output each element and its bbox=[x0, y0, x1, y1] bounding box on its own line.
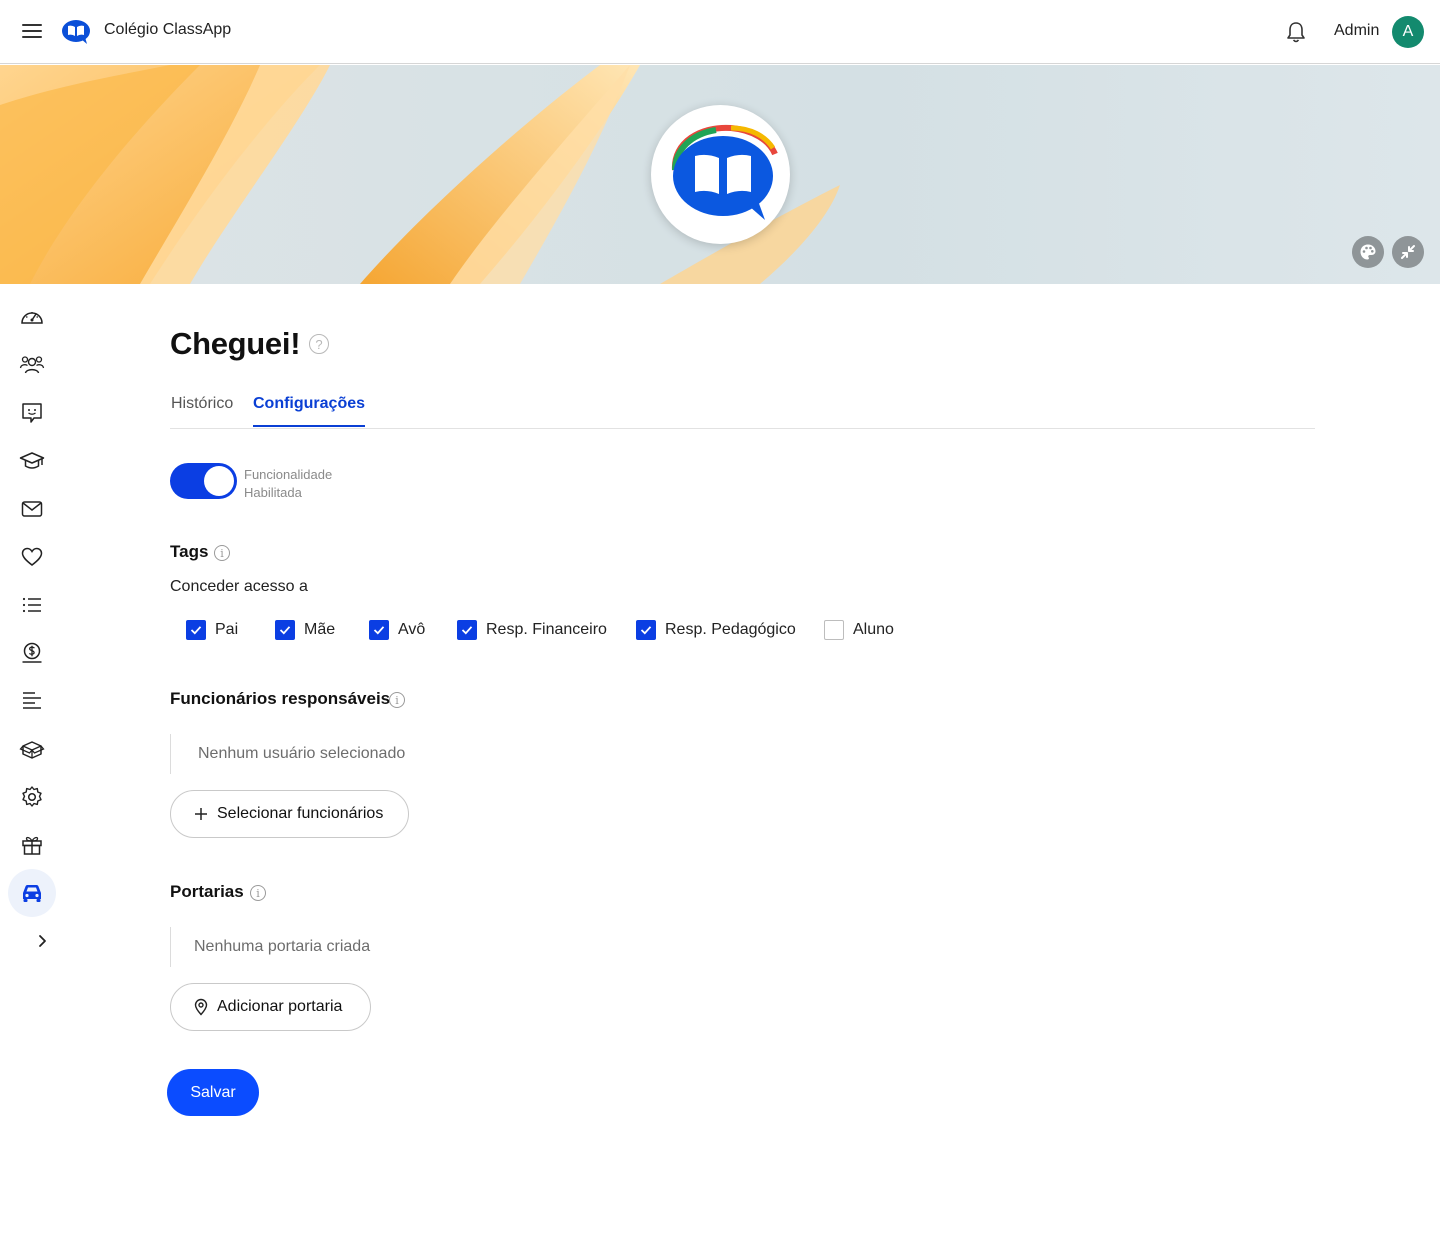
select-staff-label: Selecionar funcionários bbox=[217, 805, 384, 822]
collapse-button[interactable] bbox=[1392, 236, 1424, 268]
add-gate-button[interactable]: Adicionar portaria bbox=[170, 983, 371, 1031]
chat-icon bbox=[22, 403, 42, 423]
user-name[interactable]: Admin bbox=[1334, 22, 1379, 40]
tags-title: Tags bbox=[170, 542, 209, 561]
tags-info-icon[interactable]: i bbox=[214, 545, 230, 561]
toggle-label: Funcionalidade Habilitada bbox=[244, 466, 332, 502]
tab-settings[interactable]: Configurações bbox=[253, 395, 366, 427]
gates-info-icon[interactable]: i bbox=[250, 885, 266, 901]
checkbox-box bbox=[824, 620, 844, 640]
checkbox-box bbox=[636, 620, 656, 640]
classapp-large-logo bbox=[671, 124, 778, 220]
money-icon bbox=[22, 642, 42, 663]
chevron-right-icon bbox=[39, 935, 46, 947]
sidebar-item-lists[interactable] bbox=[8, 581, 56, 629]
checkbox-label: Mãe bbox=[304, 621, 336, 638]
check-icon bbox=[373, 626, 385, 635]
palette-button[interactable] bbox=[1352, 236, 1384, 268]
brand-name: Colégio ClassApp bbox=[104, 21, 232, 38]
select-staff-button[interactable]: Selecionar funcionários bbox=[170, 790, 409, 838]
sidebar-item-chat[interactable] bbox=[8, 389, 56, 437]
checkbox-box bbox=[457, 620, 477, 640]
checkbox-resp-pedagogico[interactable]: Resp. Pedagógico bbox=[636, 620, 796, 640]
grant-access-label: Conceder acesso a bbox=[170, 578, 308, 595]
car-icon bbox=[23, 885, 41, 902]
checkbox-label: Resp. Financeiro bbox=[486, 621, 607, 638]
map-pin-icon bbox=[194, 998, 208, 1016]
gear-icon bbox=[22, 786, 42, 807]
add-gate-label: Adicionar portaria bbox=[217, 998, 343, 1015]
sidebar-item-health[interactable] bbox=[8, 533, 56, 581]
checkbox-label: Avô bbox=[398, 621, 426, 638]
save-button[interactable]: Salvar bbox=[167, 1069, 259, 1116]
toggle-knob bbox=[204, 466, 234, 496]
feature-toggle[interactable] bbox=[170, 463, 237, 499]
graduation-cap-icon bbox=[19, 452, 45, 469]
page-title: Cheguei! bbox=[170, 326, 301, 361]
sidebar-item-payments[interactable] bbox=[8, 629, 56, 677]
sidebar-item-classes[interactable] bbox=[8, 437, 56, 485]
gates-title: Portarias bbox=[170, 882, 244, 901]
staff-info-icon[interactable]: i bbox=[389, 692, 405, 708]
check-icon bbox=[279, 626, 291, 635]
check-icon bbox=[190, 626, 202, 635]
sidebar-item-gifts[interactable] bbox=[8, 821, 56, 869]
bell-icon[interactable] bbox=[1283, 19, 1309, 45]
staff-empty-state: Nenhum usuário selecionado bbox=[170, 734, 405, 774]
school-logo bbox=[651, 105, 790, 244]
users-icon bbox=[19, 356, 45, 374]
list-icon bbox=[22, 597, 41, 613]
checkbox-mae[interactable]: Mãe bbox=[275, 620, 335, 640]
gates-empty-state: Nenhuma portaria criada bbox=[170, 927, 370, 967]
tabs: Histórico Configurações bbox=[170, 388, 1315, 429]
cover-banner bbox=[0, 65, 1440, 284]
check-icon bbox=[640, 626, 652, 635]
heart-icon bbox=[21, 547, 43, 566]
toggle-label-line2: Habilitada bbox=[244, 485, 302, 500]
help-icon[interactable]: ? bbox=[309, 334, 329, 354]
sidebar-item-reports[interactable] bbox=[8, 677, 56, 725]
gift-icon bbox=[22, 836, 42, 855]
mail-icon bbox=[21, 501, 43, 517]
sidebar-item-arrival[interactable] bbox=[8, 869, 56, 917]
sidebar-expand-button[interactable] bbox=[18, 917, 66, 965]
checkbox-label: Pai bbox=[215, 621, 239, 638]
sidebar-item-mail[interactable] bbox=[8, 485, 56, 533]
checkbox-aluno[interactable]: Aluno bbox=[824, 620, 894, 640]
sidebar-item-box[interactable] bbox=[8, 725, 56, 773]
check-icon bbox=[461, 626, 473, 635]
dashboard-icon bbox=[21, 312, 43, 324]
checkbox-pai[interactable]: Pai bbox=[186, 620, 238, 640]
checkbox-box bbox=[369, 620, 389, 640]
avatar[interactable]: A bbox=[1392, 16, 1424, 48]
sidebar-item-settings[interactable] bbox=[8, 773, 56, 821]
checkbox-label: Resp. Pedagógico bbox=[665, 621, 796, 638]
staff-title: Funcionários responsáveis bbox=[170, 689, 391, 708]
box-icon bbox=[19, 741, 45, 759]
checkbox-avo[interactable]: Avô bbox=[369, 620, 425, 640]
checkbox-box bbox=[186, 620, 206, 640]
checkbox-label: Aluno bbox=[853, 621, 894, 638]
plus-icon bbox=[195, 808, 207, 820]
toggle-label-line1: Funcionalidade bbox=[244, 467, 333, 482]
menu-icon[interactable] bbox=[20, 20, 44, 44]
align-left-icon bbox=[23, 692, 41, 709]
sidebar-item-dashboard[interactable] bbox=[8, 293, 56, 341]
classapp-logo[interactable] bbox=[61, 19, 91, 45]
top-bar: Colégio ClassApp Admin A bbox=[0, 0, 1440, 64]
palette-icon bbox=[1360, 244, 1376, 260]
sidebar-item-users[interactable] bbox=[8, 341, 56, 389]
collapse-icon bbox=[1401, 245, 1415, 259]
checkbox-resp-financeiro[interactable]: Resp. Financeiro bbox=[457, 620, 607, 640]
checkbox-box bbox=[275, 620, 295, 640]
tab-history[interactable]: Histórico bbox=[171, 395, 233, 425]
